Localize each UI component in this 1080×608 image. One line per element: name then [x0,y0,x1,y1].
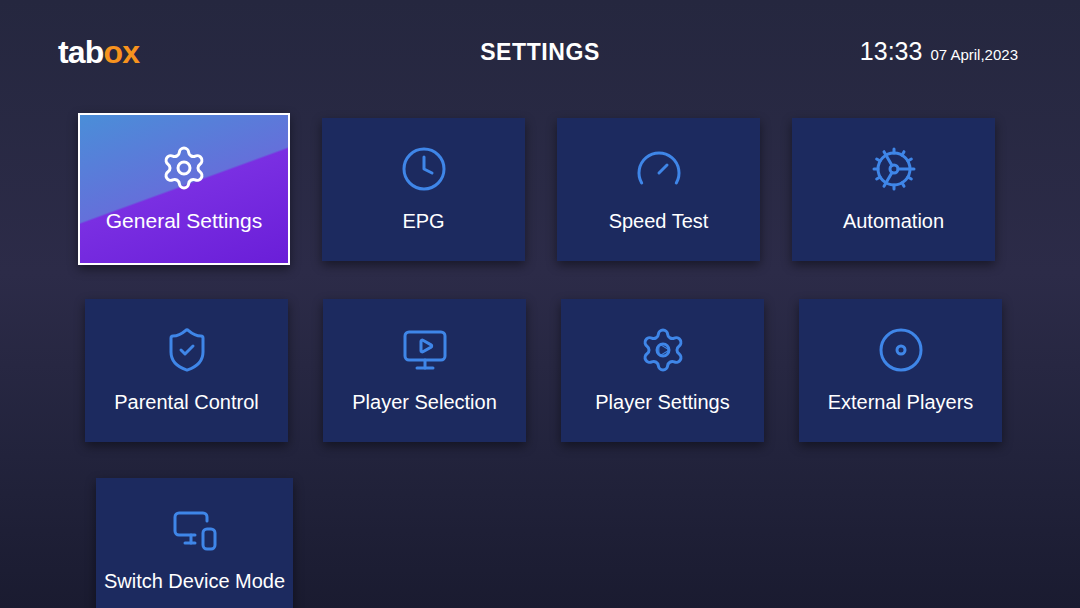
time: 13:33 [860,33,923,71]
disc-icon [877,326,925,374]
device-switch-icon [171,505,219,553]
tile-label: Automation [843,209,944,234]
clock: 13:33 07 April,2023 [782,33,1022,71]
settings-tile[interactable]: General Settings [78,113,290,265]
settings-tile[interactable]: EPG [322,118,525,261]
settings-tile[interactable]: Player Settings [561,299,764,442]
settings-tile[interactable]: Speed Test [557,118,760,261]
clock-icon [400,145,448,193]
tile-label: External Players [828,390,974,415]
settings-tile[interactable]: External Players [799,299,1002,442]
gears-icon [870,145,918,193]
tile-label: Switch Device Mode [104,569,285,594]
tile-label: Parental Control [114,390,259,415]
tile-row: General Settings EPG Speed Test Automation [0,104,1080,274]
tile-label: Player Settings [595,390,730,415]
tile-label: Player Selection [352,390,497,415]
tile-label: EPG [402,209,444,234]
settings-tile[interactable]: Automation [792,118,995,261]
logo: tabox [58,28,298,76]
page-title: SETTINGS [480,35,600,70]
tile-label: General Settings [106,208,262,234]
tile-row: Switch Device Mode [0,478,1080,608]
gears-icon [160,144,208,192]
video-player-icon [401,326,449,374]
settings-tile[interactable]: Switch Device Mode [96,478,293,608]
date: 07 April,2023 [930,44,1018,67]
shield-check-icon [163,326,211,374]
header-bar: tabox SETTINGS 13:33 07 April,2023 [0,0,1080,104]
tile-label: Speed Test [609,209,709,234]
settings-tile[interactable]: Player Selection [323,299,526,442]
tile-row: Parental Control Player Selection Player S… [0,299,1080,442]
speedometer-icon [635,145,683,193]
settings-tile[interactable]: Parental Control [85,299,288,442]
player-settings-icon [639,326,687,374]
settings-screen: tabox SETTINGS 13:33 07 April,2023 General S… [0,0,1080,608]
